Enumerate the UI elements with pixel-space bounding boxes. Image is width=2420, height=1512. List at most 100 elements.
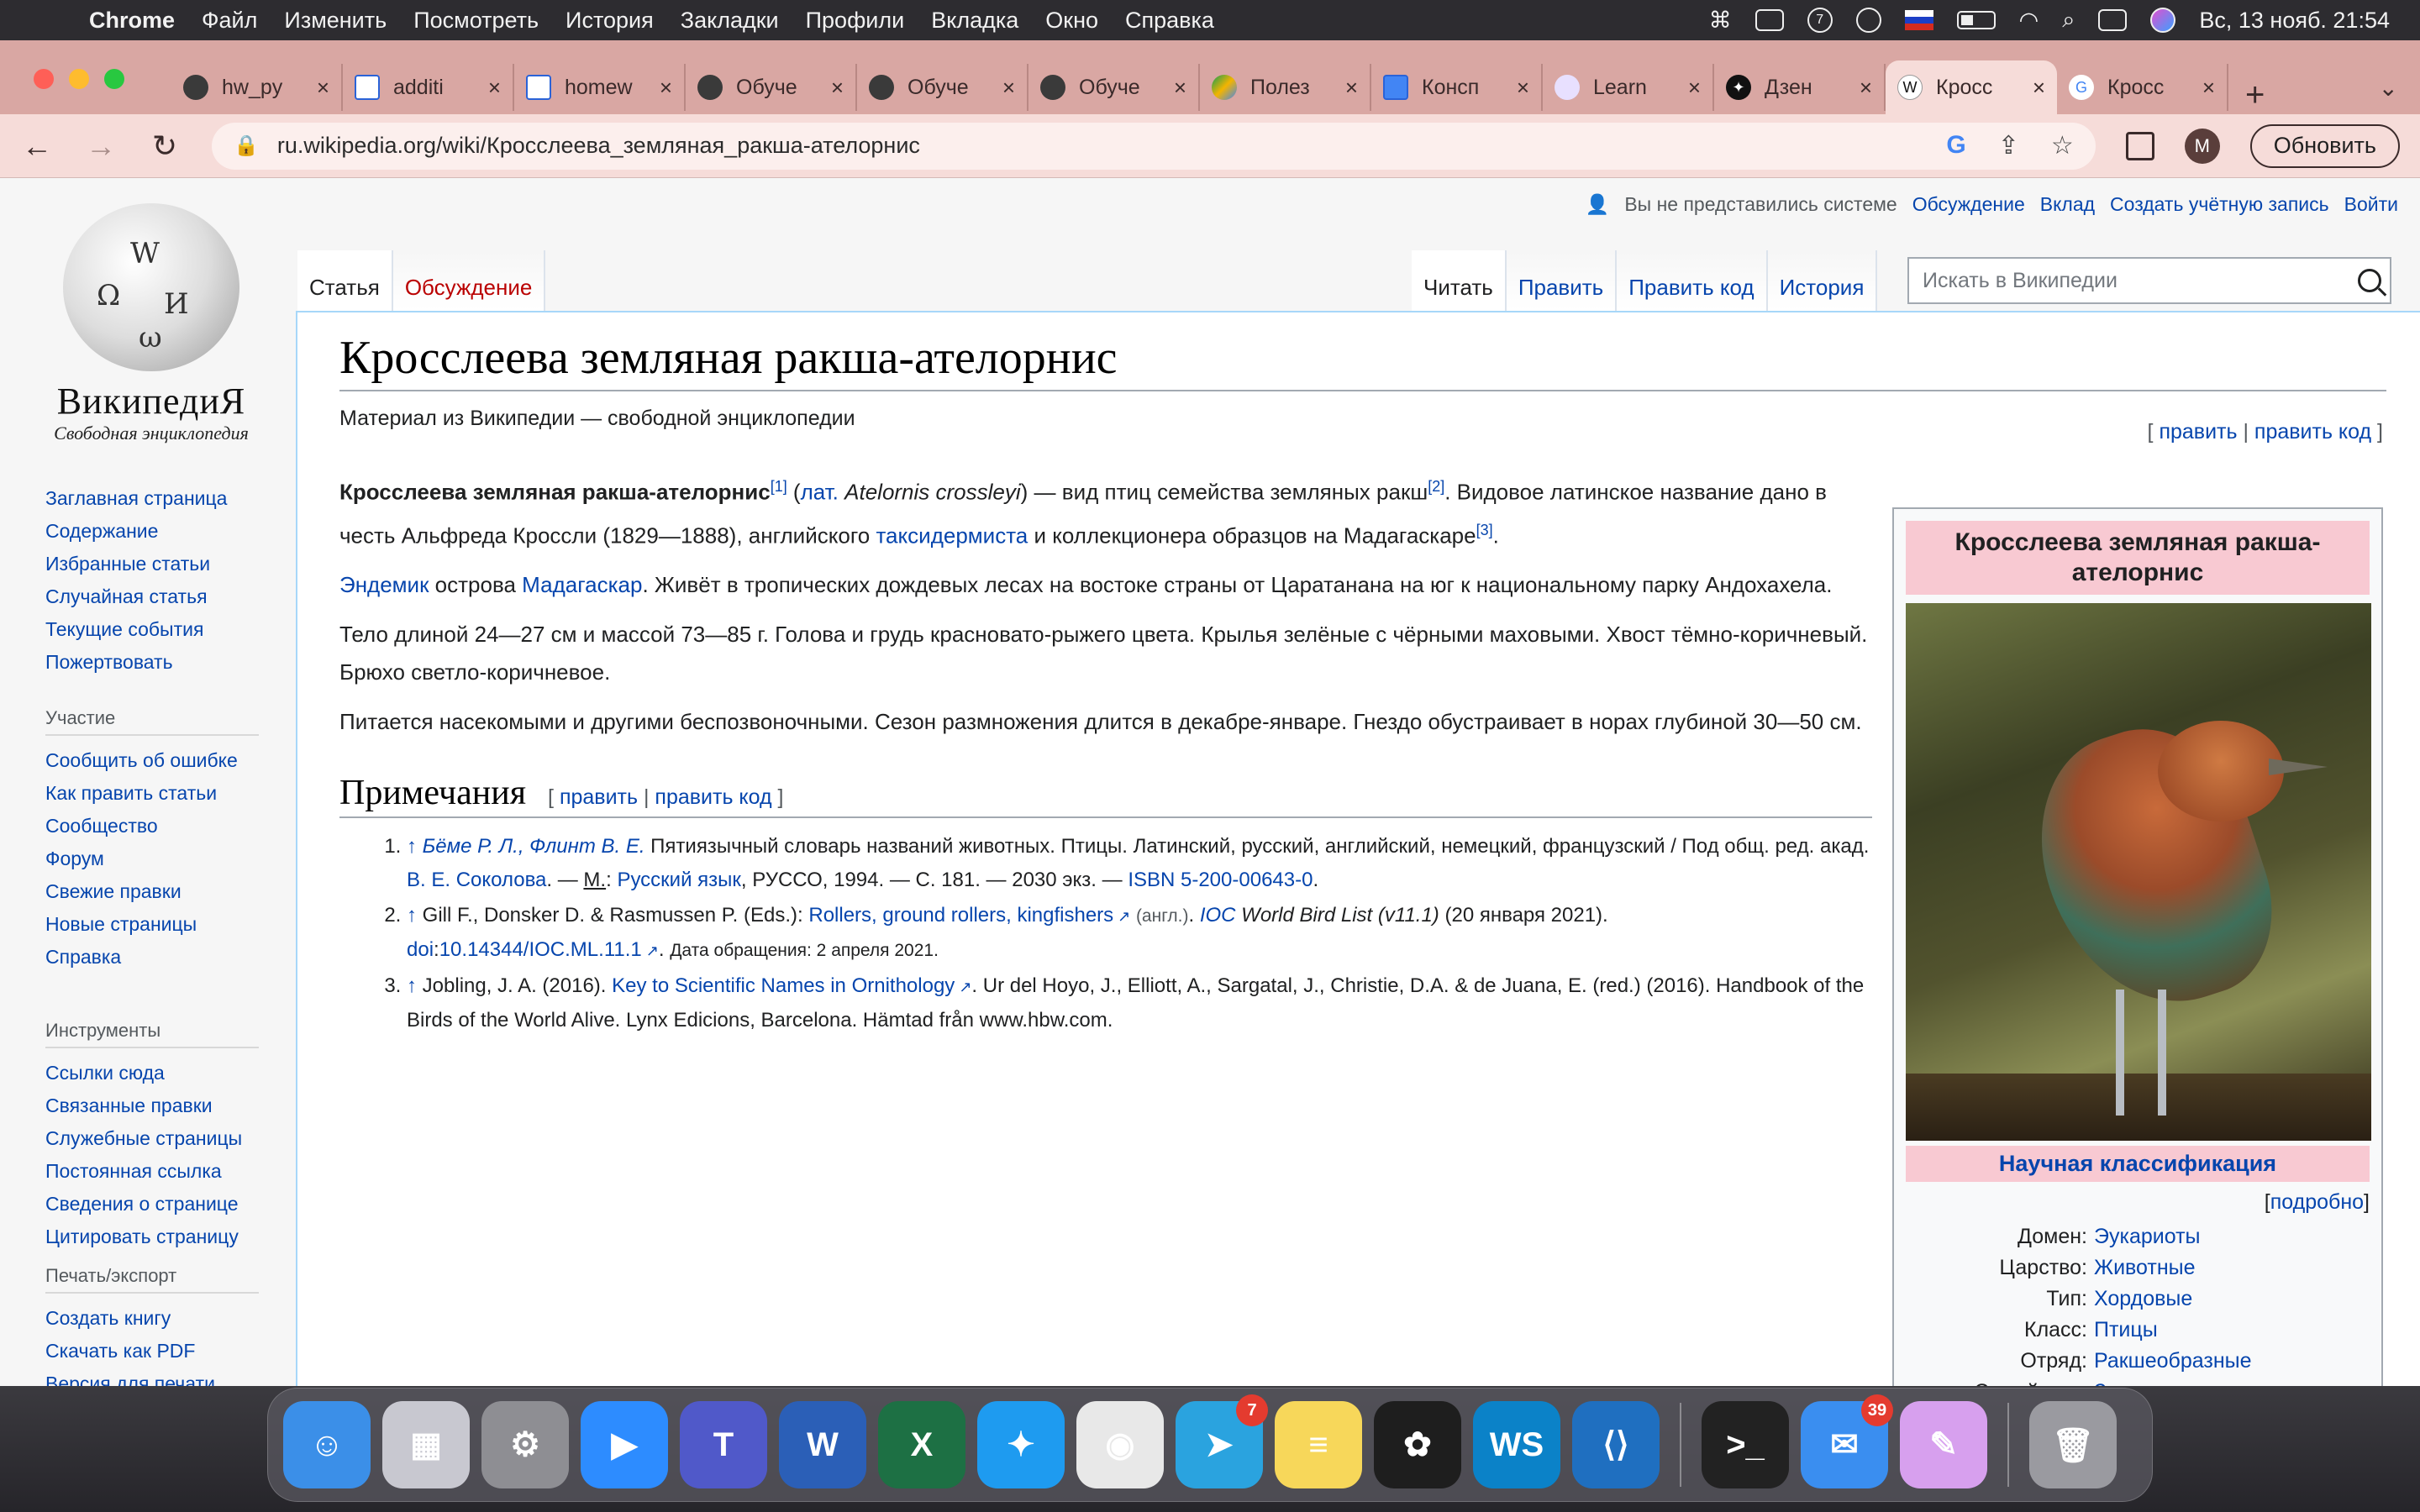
nav-report-error[interactable]: Сообщить об ошибке [45, 744, 259, 777]
taxobox-more-link[interactable]: подробно [2270, 1190, 2364, 1214]
ref1-editor-link[interactable]: В. Е. Соколова [407, 869, 546, 891]
telegram-icon[interactable]: ➤ 7 [1176, 1394, 1268, 1488]
figma-icon[interactable]: ✿ [1374, 1401, 1461, 1488]
browser-tab[interactable]: Обуче × [857, 64, 1028, 111]
browser-tab-label[interactable]: Обуче [1079, 76, 1167, 100]
ref-3-link[interactable]: [3] [1476, 522, 1493, 538]
taxonomy-value-link[interactable]: Эукариоты [2094, 1225, 2201, 1248]
webstorm-icon[interactable]: WS [1473, 1401, 1560, 1488]
nav-cite-page[interactable]: Цитировать страницу [45, 1221, 259, 1253]
latin-link[interactable]: лат. [801, 480, 839, 505]
taxonomy-value-link[interactable]: Ракшеобразные [2094, 1349, 2252, 1373]
endemic-link[interactable]: Эндемик [339, 572, 429, 597]
ref-1-link[interactable]: [1] [771, 478, 787, 495]
nav-community[interactable]: Сообщество [45, 810, 259, 843]
menu-app-name[interactable]: Chrome [89, 8, 175, 34]
camera-icon[interactable] [1754, 9, 1784, 31]
browser-tab[interactable]: Learn × [1543, 64, 1714, 111]
wiki-search-placeholder[interactable]: Искать в Википедии [1923, 269, 2358, 293]
madagascar-link[interactable]: Мадагаскар [522, 572, 642, 597]
ref2-external-link[interactable]: Rollers, ground rollers, kingfishers [808, 904, 1130, 927]
nav-download-pdf[interactable]: Скачать как PDF [45, 1335, 259, 1368]
close-window-button[interactable] [34, 69, 54, 89]
trash-icon[interactable]: 🗑 [2029, 1401, 2117, 1488]
menu-window[interactable]: Окно [1045, 8, 1098, 34]
close-tab-icon[interactable]: × [2033, 75, 2045, 101]
zoom-window-button[interactable] [104, 69, 124, 89]
create-account-link[interactable]: Создать учётную запись [2110, 193, 2329, 216]
notes-icon[interactable]: ≡ [1275, 1401, 1362, 1488]
close-tab-icon[interactable]: × [317, 75, 329, 101]
browser-tab-label[interactable]: Learn [1593, 76, 1681, 100]
tab-search-chevron-icon[interactable]: ⌄ [2379, 74, 2398, 102]
nav-permanent-link[interactable]: Постоянная ссылка [45, 1155, 259, 1188]
close-tab-icon[interactable]: × [1517, 75, 1529, 101]
nav-what-links-here[interactable]: Ссылки сюда [45, 1057, 259, 1089]
taxonomy-value-link[interactable]: Хордовые [2094, 1287, 2192, 1310]
close-tab-icon[interactable]: × [1002, 75, 1015, 101]
launchpad-icon[interactable]: ▦ [382, 1401, 470, 1488]
close-tab-icon[interactable]: × [1345, 75, 1358, 101]
browser-tab[interactable]: homew × [514, 64, 686, 111]
ref2-ioc-link[interactable]: IOC [1200, 904, 1236, 927]
edit-source-link[interactable]: править код [2254, 420, 2371, 444]
vscode-icon[interactable]: ⟨⟩ [1572, 1401, 1660, 1488]
close-tab-icon[interactable]: × [831, 75, 844, 101]
close-tab-icon[interactable]: × [488, 75, 501, 101]
ref1-authors-link[interactable]: Бёме Р. Л., Флинт В. Е. [423, 835, 645, 858]
ref1-publisher-link[interactable]: Русский язык [617, 869, 740, 891]
taxobox-classification-heading[interactable]: Научная классификация [1906, 1146, 2370, 1182]
nav-random[interactable]: Случайная статья [45, 580, 227, 613]
personal-contributions-link[interactable]: Вклад [2040, 193, 2095, 216]
browser-tab-label[interactable]: Обуче [736, 76, 824, 100]
taxidermist-link[interactable]: таксидермиста [876, 522, 1028, 548]
menu-view[interactable]: Посмотреть [413, 8, 539, 34]
forward-button[interactable]: → [84, 129, 118, 164]
chrome-icon[interactable]: ◉ [1076, 1401, 1164, 1488]
play-icon[interactable] [1855, 8, 1881, 33]
nav-forum[interactable]: Форум [45, 843, 259, 875]
nav-current-events[interactable]: Текущие события [45, 613, 227, 646]
notes-edit-source-link[interactable]: править код [655, 785, 771, 809]
nav-help[interactable]: Справка [45, 941, 259, 974]
battery-icon[interactable] [1956, 11, 1996, 29]
browser-tab[interactable]: additi × [343, 64, 514, 111]
input-language-flag-icon[interactable] [1904, 10, 1933, 30]
tab-edit[interactable]: Править [1506, 250, 1618, 311]
mail-icon[interactable]: ✉ 39 [1801, 1394, 1893, 1488]
browser-tab[interactable]: Консп × [1371, 64, 1543, 111]
search-icon[interactable]: ⌕ [2062, 7, 2075, 34]
command-icon[interactable]: ⌘ [1709, 8, 1732, 34]
update-button[interactable]: Обновить [2249, 123, 2400, 168]
excel-icon[interactable]: X [878, 1401, 965, 1488]
google-lens-icon[interactable]: G [1946, 131, 1965, 160]
nav-new-pages[interactable]: Новые страницы [45, 908, 259, 941]
siri-icon[interactable] [2150, 8, 2176, 33]
nav-special-pages[interactable]: Служебные страницы [45, 1122, 259, 1155]
reload-button[interactable]: ↻ [148, 129, 182, 164]
url-text[interactable]: ru.wikipedia.org/wiki/Кросслеева_земляна… [277, 133, 1946, 159]
menu-bookmarks[interactable]: Закладки [681, 8, 779, 34]
tab-history[interactable]: История [1767, 250, 1878, 311]
search-icon[interactable] [2358, 269, 2381, 292]
ref-2-link[interactable]: [2] [1428, 478, 1444, 495]
ref-backlink-up-icon[interactable]: ↑ [407, 835, 417, 858]
ref2-doi-label[interactable]: doi [407, 938, 434, 961]
browser-tab-label[interactable]: additi [393, 76, 481, 100]
menu-history[interactable]: История [566, 8, 654, 34]
menu-file[interactable]: Файл [202, 8, 257, 34]
terminal-icon[interactable]: >_ [1702, 1401, 1789, 1488]
browser-tab[interactable]: Полез × [1200, 64, 1371, 111]
nav-create-book[interactable]: Создать книгу [45, 1302, 259, 1335]
nav-contents[interactable]: Содержание [45, 515, 227, 548]
safari-icon[interactable]: ✦ [977, 1401, 1065, 1488]
tab-article[interactable]: Статья [297, 250, 393, 311]
close-tab-icon[interactable]: × [1688, 75, 1701, 101]
lock-icon[interactable]: 🔒 [234, 134, 259, 158]
notes-edit-link[interactable]: править [560, 785, 638, 809]
wiki-search-input[interactable]: Искать в Википедии [1907, 257, 2391, 304]
menubar-clock[interactable]: Вс, 13 нояб. 21:54 [2199, 8, 2390, 34]
wikipedia-logo[interactable]: W Ω И ω ВикипедиЯ Свободная энциклопедия [34, 203, 269, 444]
browser-tab[interactable]: Обуче × [1028, 64, 1200, 111]
menu-help[interactable]: Справка [1125, 8, 1214, 34]
